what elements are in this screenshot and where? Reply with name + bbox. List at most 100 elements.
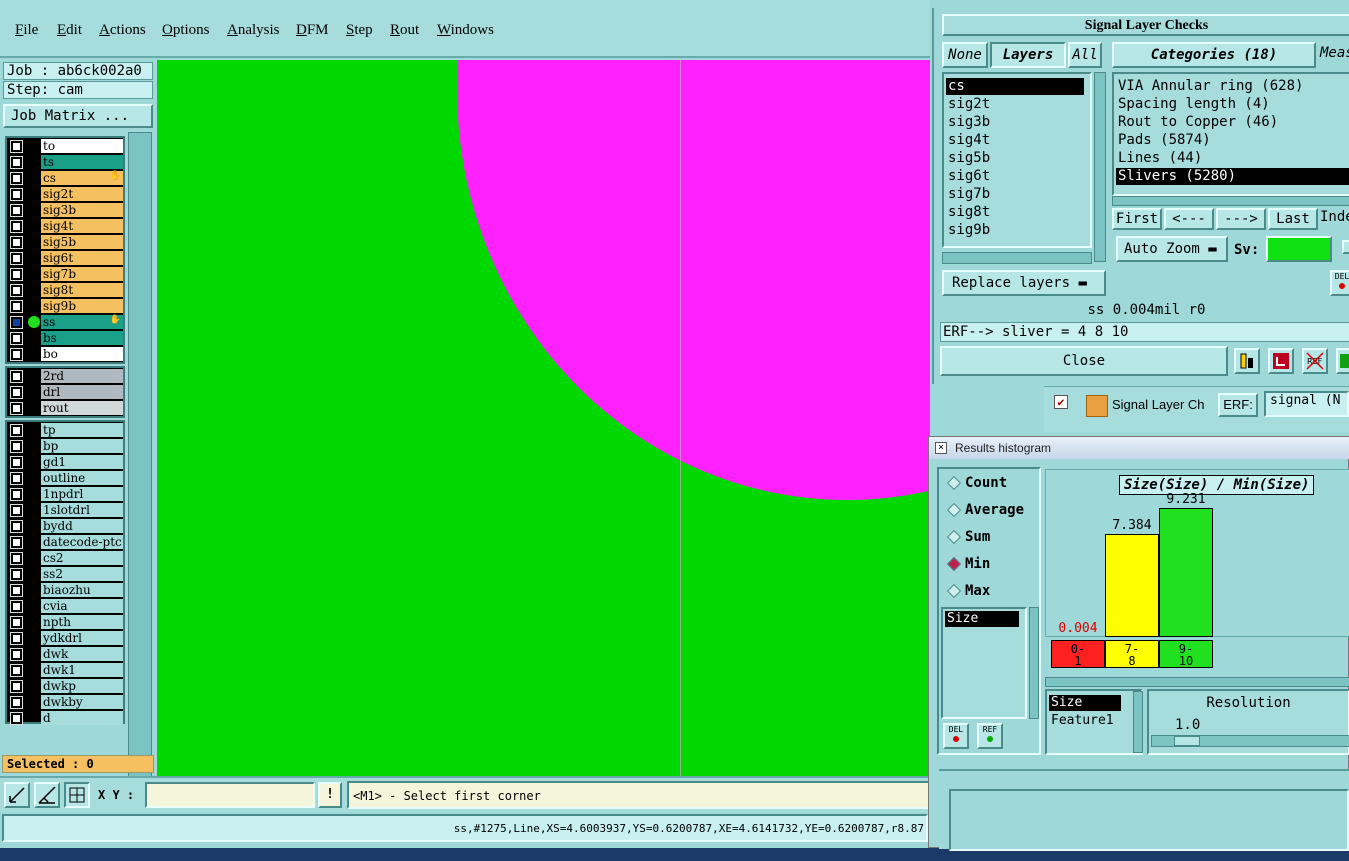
- layer-checkbox[interactable]: [10, 386, 23, 399]
- check-layer-sig2t[interactable]: sig2t: [946, 96, 1084, 113]
- layer-checkbox[interactable]: [10, 712, 23, 725]
- layer-checkbox[interactable]: [10, 236, 23, 249]
- layer-row-sig6t[interactable]: sig6t: [7, 250, 123, 266]
- measure-button[interactable]: [34, 782, 60, 808]
- layer-checkbox[interactable]: [10, 616, 23, 629]
- layer-row-drl[interactable]: drl: [7, 384, 123, 400]
- layer-row-1npdrl[interactable]: 1npdrl: [7, 486, 123, 502]
- size-list-item[interactable]: Size: [945, 611, 1019, 627]
- sv-checkbox[interactable]: [1342, 240, 1349, 254]
- first-button[interactable]: First: [1112, 208, 1162, 230]
- resolution-slider-thumb[interactable]: [1174, 736, 1200, 746]
- plot-hscroll[interactable]: [1045, 677, 1349, 687]
- layer-row-cs2[interactable]: cs2: [7, 550, 123, 566]
- last-button[interactable]: Last: [1268, 208, 1318, 230]
- layer-checkbox[interactable]: [10, 332, 23, 345]
- layer-row-2rd[interactable]: 2rd: [7, 368, 123, 384]
- mode-radio-max[interactable]: Max: [946, 581, 990, 601]
- none-button[interactable]: None: [942, 42, 988, 68]
- layer-checkbox[interactable]: [10, 204, 23, 217]
- layer-list-scrollbar[interactable]: [128, 132, 152, 788]
- size-feature-scrollbar[interactable]: [1133, 691, 1143, 753]
- layer-row-sig2t[interactable]: sig2t: [7, 186, 123, 202]
- layer-checkbox[interactable]: [10, 664, 23, 677]
- meas-tab[interactable]: Meas: [1320, 42, 1349, 68]
- layer-row-dwk[interactable]: dwk: [7, 646, 123, 662]
- check-layer-sig3b[interactable]: sig3b: [946, 114, 1084, 131]
- menu-actions[interactable]: Actions: [99, 22, 146, 39]
- check-layer-sig4t[interactable]: sig4t: [946, 132, 1084, 149]
- layer-checkbox[interactable]: [10, 402, 23, 415]
- size-list-scrollbar[interactable]: [1029, 607, 1039, 719]
- layer-checkbox[interactable]: [10, 284, 23, 297]
- close-icon[interactable]: ×: [935, 442, 947, 454]
- mode-radio-average[interactable]: Average: [946, 500, 1024, 520]
- categories-tab[interactable]: Categories (18): [1112, 42, 1316, 68]
- layer-checkbox[interactable]: [10, 552, 23, 565]
- layer-row-1slotdrl[interactable]: 1slotdrl: [7, 502, 123, 518]
- chart-button[interactable]: [1234, 348, 1260, 374]
- layer-checkbox[interactable]: [10, 520, 23, 533]
- layer-checkbox[interactable]: [10, 456, 23, 469]
- job-matrix-button[interactable]: Job Matrix ...: [3, 104, 153, 128]
- category-item[interactable]: Lines (44): [1116, 150, 1349, 167]
- category-item[interactable]: Rout to Copper (46): [1116, 114, 1349, 131]
- layer-row-sig8t[interactable]: sig8t: [7, 282, 123, 298]
- layer-row-biaozhu[interactable]: biaozhu: [7, 582, 123, 598]
- zoom-area-button[interactable]: [4, 782, 30, 808]
- category-item[interactable]: Pads (5874): [1116, 132, 1349, 149]
- menu-step[interactable]: Step: [346, 22, 373, 39]
- layer-checkbox[interactable]: [10, 300, 23, 313]
- mode-radio-sum[interactable]: Sum: [946, 527, 990, 547]
- exit-button[interactable]: [1268, 348, 1294, 374]
- index-button[interactable]: Index: [1320, 208, 1349, 230]
- layer-checkbox[interactable]: [10, 172, 23, 185]
- xy-input[interactable]: [145, 782, 315, 808]
- feature1-list-item[interactable]: Feature1: [1049, 713, 1139, 729]
- erf-button[interactable]: ERF:: [1218, 393, 1258, 417]
- layer-checkbox[interactable]: [10, 424, 23, 437]
- layer-row-ss2[interactable]: ss2: [7, 566, 123, 582]
- layer-checkbox[interactable]: [10, 370, 23, 383]
- menu-file[interactable]: File: [15, 22, 38, 39]
- auto-zoom-select[interactable]: Auto Zoom ▬: [1116, 236, 1228, 262]
- size2-list-item[interactable]: Size: [1049, 695, 1121, 711]
- layer-checkbox[interactable]: [10, 188, 23, 201]
- next-button[interactable]: --->: [1216, 208, 1266, 230]
- menu-windows[interactable]: Windows: [437, 22, 494, 39]
- erf-value[interactable]: signal (N: [1264, 391, 1349, 417]
- close-button[interactable]: Close: [940, 346, 1228, 376]
- menu-edit[interactable]: Edit: [57, 22, 82, 39]
- layer-checkbox[interactable]: [10, 584, 23, 597]
- layer-row-outline[interactable]: outline: [7, 470, 123, 486]
- layer-checkbox[interactable]: [10, 472, 23, 485]
- ref-clear-button[interactable]: REF: [1302, 348, 1328, 374]
- layer-checkbox[interactable]: [10, 696, 23, 709]
- layer-row-ydkdrl[interactable]: ydkdrl: [7, 630, 123, 646]
- histogram-bar[interactable]: [1159, 507, 1213, 637]
- check-layer-sig8t[interactable]: sig8t: [946, 204, 1084, 221]
- layer-row-dwkby[interactable]: dwkby: [7, 694, 123, 710]
- layer-checkbox[interactable]: [10, 348, 23, 361]
- check-layer-sig6t[interactable]: sig6t: [946, 168, 1084, 185]
- layer-row-dwkp[interactable]: dwkp: [7, 678, 123, 694]
- prev-button[interactable]: <---: [1164, 208, 1214, 230]
- more-tools-button[interactable]: [1336, 348, 1349, 374]
- layer-row-bp[interactable]: bp: [7, 438, 123, 454]
- layer-checkbox[interactable]: [10, 488, 23, 501]
- menu-rout[interactable]: Rout: [390, 22, 419, 39]
- alert-button[interactable]: !: [318, 782, 342, 808]
- layer-checkbox[interactable]: [10, 156, 23, 169]
- copper-pad-feature[interactable]: [457, 60, 930, 500]
- category-hscroll[interactable]: [1112, 196, 1349, 206]
- layer-row-dwk1[interactable]: dwk1: [7, 662, 123, 678]
- replace-layers-select[interactable]: Replace layers ▬: [942, 270, 1106, 296]
- layer-row-datecode-ptc[interactable]: datecode-ptc: [7, 534, 123, 550]
- check-layer-sig9b[interactable]: sig9b: [946, 222, 1084, 239]
- resolution-slider-track[interactable]: [1151, 735, 1349, 747]
- layer-checkbox[interactable]: [10, 536, 23, 549]
- mode-radio-min[interactable]: Min: [946, 554, 990, 574]
- layer-row-ss[interactable]: ss ✋: [7, 314, 123, 330]
- layer-checkbox[interactable]: [10, 568, 23, 581]
- category-item[interactable]: Spacing length (4): [1116, 96, 1349, 113]
